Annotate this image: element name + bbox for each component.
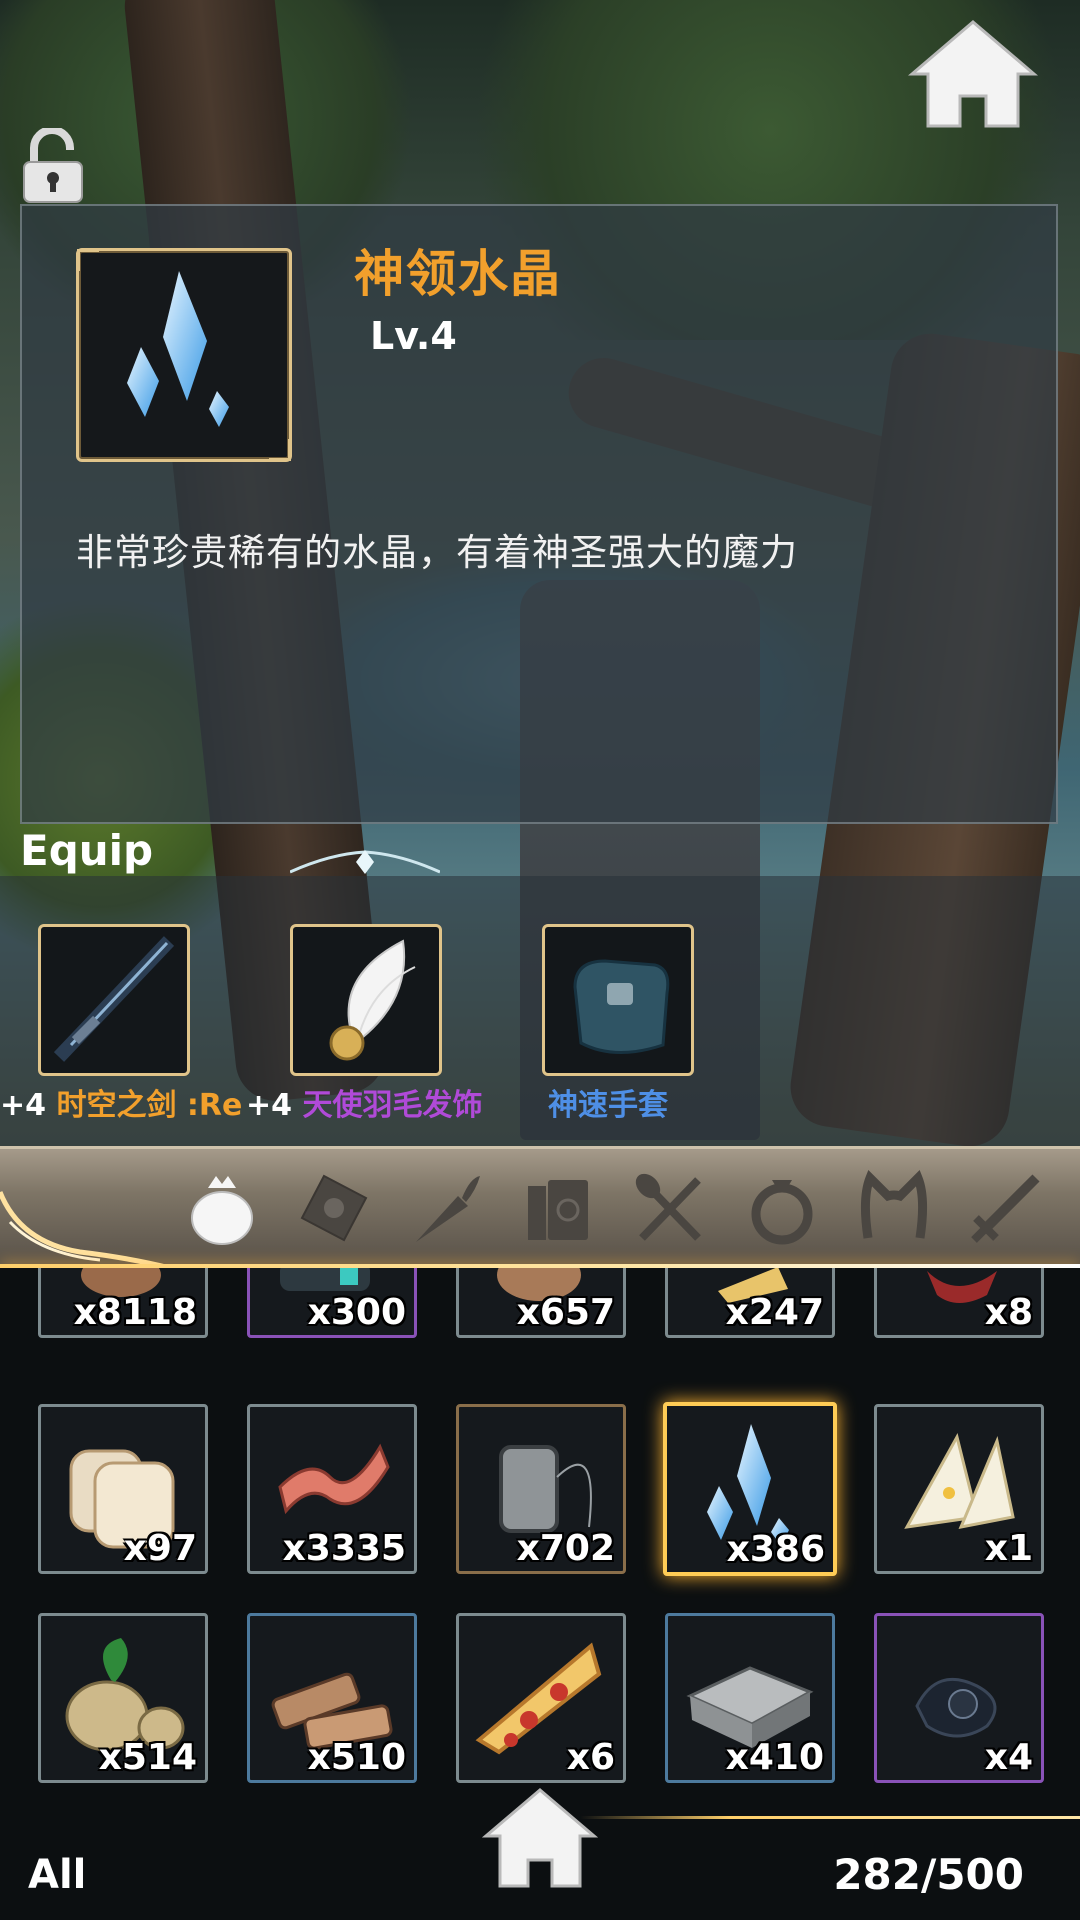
tab-books[interactable] [516,1166,600,1250]
inventory-slot[interactable]: x510 [247,1613,417,1783]
inventory-slot[interactable]: x8 [874,1268,1044,1338]
inventory-grid: x8118 x300 x657 x247 x8 x97 x3335 x702 x… [0,1268,1080,1792]
carrot-icon [416,1176,480,1242]
tab-food[interactable] [404,1166,488,1250]
inventory-slot[interactable]: x97 [38,1404,208,1574]
footer-divider [580,1816,1080,1819]
unlock-icon[interactable] [20,128,86,204]
equip-slot-gloves[interactable] [542,924,694,1076]
inventory-slot[interactable]: x514 [38,1613,208,1783]
equip-slot-weapon[interactable] [38,924,190,1076]
gloves-icon [573,959,670,1054]
inventory-slot[interactable]: x657 [456,1268,626,1338]
crystal-icon [127,271,229,427]
item-name: 神领水晶 [354,245,562,303]
inventory-slot[interactable]: x247 [665,1268,835,1338]
inventory-slot-selected[interactable]: x386 [663,1402,837,1576]
tab-bag[interactable] [180,1166,264,1250]
inventory-slot[interactable]: x300 [247,1268,417,1338]
cat-ears-icon [860,1169,928,1239]
ornament-icon [290,850,440,874]
item-icon-frame [76,248,292,462]
inventory-slot[interactable]: x702 [456,1404,626,1574]
inventory-slot[interactable]: x410 [665,1613,835,1783]
home-icon[interactable] [908,18,1038,130]
books-icon [528,1180,588,1240]
item-description: 非常珍贵稀有的水晶，有着神圣强大的魔力 [76,531,798,574]
item-level: Lv.4 [370,314,457,358]
fork-spoon-icon [635,1173,701,1241]
home-icon[interactable] [482,1786,598,1890]
equip-title: Equip [20,826,154,875]
inventory-slot[interactable]: x8118 [38,1268,208,1338]
tab-cooking[interactable] [628,1166,712,1250]
equip-slot-accessory[interactable] [290,924,442,1076]
tab-ring[interactable] [740,1166,824,1250]
equip-label-accessory: +4 天使羽毛发饰 [246,1088,483,1123]
feather-hairpin-icon [329,939,416,1061]
ring-icon [751,1180,813,1245]
equip-label-gloves: 神速手套 [548,1088,668,1123]
tab-weapon[interactable] [964,1166,1048,1250]
tab-scroll[interactable] [292,1166,376,1250]
inventory-slot[interactable]: x4 [874,1613,1044,1783]
inventory-slot[interactable]: x6 [456,1613,626,1783]
inventory-slot[interactable]: x1 [874,1404,1044,1574]
sword-icon [53,936,175,1062]
scroll-icon [300,1174,368,1242]
inventory-slot[interactable]: x3335 [247,1404,417,1574]
inventory-count: 282/500 [833,1850,1024,1899]
bag-icon [191,1176,253,1245]
equip-label-weapon: +4 时空之剑 :Re [0,1088,243,1123]
swirl-ornament-icon [0,1191,171,1271]
filter-label[interactable]: All [28,1852,86,1898]
sword-icon [971,1174,1040,1243]
tab-headwear[interactable] [852,1166,936,1250]
